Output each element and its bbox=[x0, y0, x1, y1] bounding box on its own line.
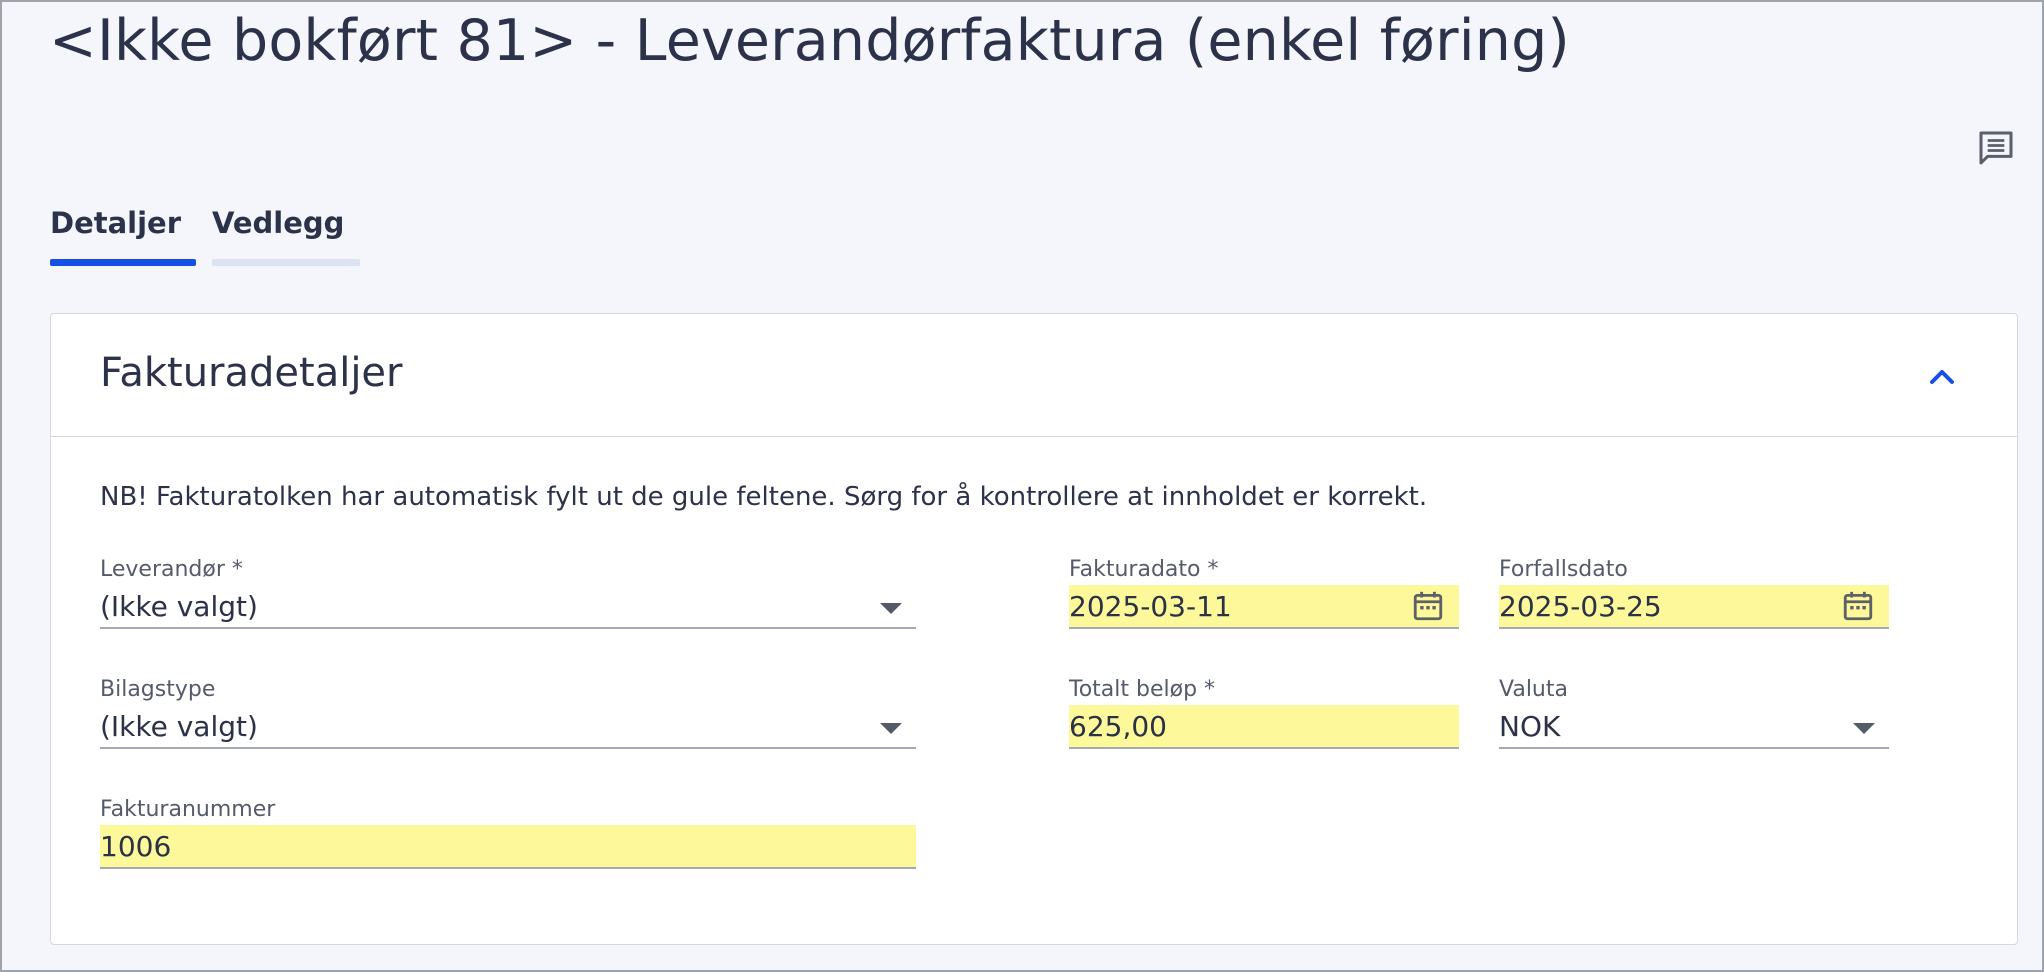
invoice-details-card: Fakturadetaljer NB! Fakturatolken har au… bbox=[50, 313, 2018, 945]
total-amount-value: 625,00 bbox=[1069, 710, 1167, 743]
tab-active-indicator bbox=[50, 259, 196, 266]
card-header: Fakturadetaljer bbox=[51, 314, 2017, 437]
tab-detaljer-label: Detaljer bbox=[50, 206, 182, 240]
invoice-date-input[interactable]: 2025-03-11 bbox=[1069, 585, 1459, 629]
voucher-type-select[interactable]: (Ikke valgt) bbox=[100, 705, 916, 749]
invoice-number-field: Fakturanummer 1006 bbox=[100, 797, 916, 871]
autofill-notice: NB! Fakturatolken har automatisk fylt ut… bbox=[100, 482, 1428, 512]
currency-value: NOK bbox=[1499, 710, 1561, 743]
total-amount-input[interactable]: 625,00 bbox=[1069, 705, 1459, 749]
app-window: <Ikke bokført 81> - Leverandørfaktura (e… bbox=[0, 0, 2044, 972]
due-date-field: Forfallsdato 2025-03-25 bbox=[1499, 557, 1889, 631]
tab-inactive-indicator bbox=[212, 259, 360, 266]
invoice-date-label: Fakturadato * bbox=[1069, 557, 1219, 582]
due-date-input[interactable]: 2025-03-25 bbox=[1499, 585, 1889, 629]
page-title: <Ikke bokført 81> - Leverandørfaktura (e… bbox=[49, 8, 1570, 74]
invoice-number-input[interactable]: 1006 bbox=[100, 825, 916, 869]
supplier-label: Leverandør * bbox=[100, 557, 243, 582]
supplier-value: (Ikke valgt) bbox=[100, 590, 258, 623]
invoice-date-field: Fakturadato * 2025-03-11 bbox=[1069, 557, 1459, 631]
calendar-icon[interactable] bbox=[1841, 588, 1875, 624]
currency-field: Valuta NOK bbox=[1499, 677, 1889, 751]
comment-button[interactable] bbox=[1974, 126, 2018, 170]
currency-select[interactable]: NOK bbox=[1499, 705, 1889, 749]
supplier-field: Leverandør * (Ikke valgt) bbox=[100, 557, 916, 631]
calendar-icon[interactable] bbox=[1411, 588, 1445, 624]
collapse-button[interactable] bbox=[1922, 356, 1962, 396]
invoice-date-value: 2025-03-11 bbox=[1069, 590, 1232, 623]
caret-down-icon bbox=[880, 603, 902, 614]
invoice-number-label: Fakturanummer bbox=[100, 797, 276, 822]
voucher-type-field: Bilagstype (Ikke valgt) bbox=[100, 677, 916, 751]
due-date-value: 2025-03-25 bbox=[1499, 590, 1662, 623]
tab-vedlegg-label: Vedlegg bbox=[212, 206, 345, 240]
total-amount-label: Totalt beløp * bbox=[1069, 677, 1216, 702]
invoice-number-value: 1006 bbox=[100, 830, 172, 863]
comment-icon bbox=[1979, 131, 2013, 165]
tab-vedlegg[interactable]: Vedlegg bbox=[212, 202, 360, 266]
tab-detaljer[interactable]: Detaljer bbox=[50, 202, 196, 266]
caret-down-icon bbox=[1853, 723, 1875, 734]
section-title: Fakturadetaljer bbox=[100, 350, 403, 396]
total-amount-field: Totalt beløp * 625,00 bbox=[1069, 677, 1459, 751]
voucher-type-label: Bilagstype bbox=[100, 677, 216, 702]
chevron-up-icon bbox=[1930, 370, 1954, 384]
currency-label: Valuta bbox=[1499, 677, 1568, 702]
voucher-type-value: (Ikke valgt) bbox=[100, 710, 258, 743]
caret-down-icon bbox=[880, 723, 902, 734]
supplier-select[interactable]: (Ikke valgt) bbox=[100, 585, 916, 629]
due-date-label: Forfallsdato bbox=[1499, 557, 1628, 582]
